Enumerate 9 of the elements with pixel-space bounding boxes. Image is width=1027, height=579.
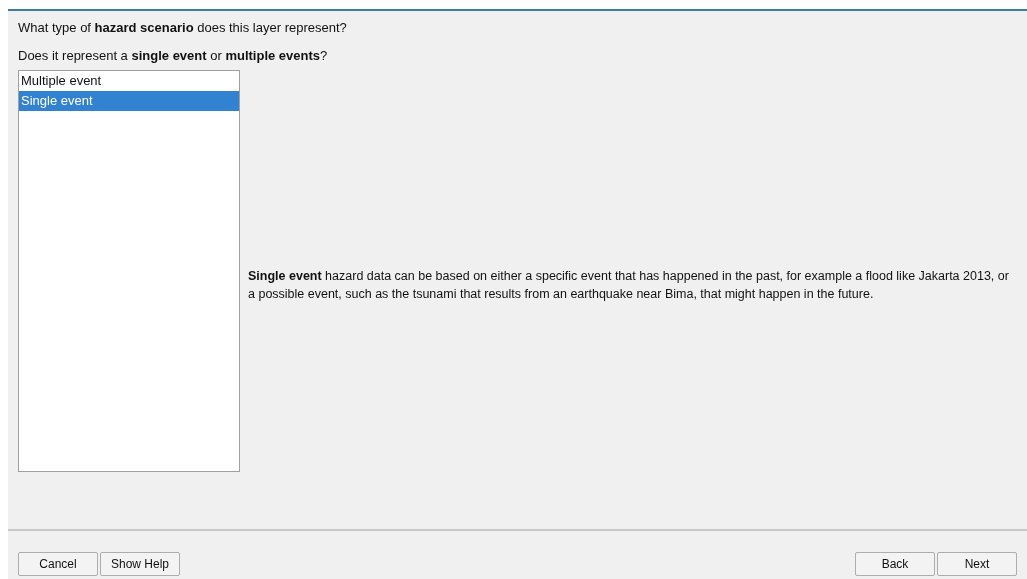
dialog-button[interactable]: Next bbox=[937, 552, 1017, 576]
question-text: Does it represent a single event or multiple events? bbox=[18, 47, 329, 65]
dialog-button[interactable]: Cancel bbox=[18, 552, 98, 576]
list-item[interactable]: Single event bbox=[19, 91, 239, 111]
dialog-button[interactable]: Show Help bbox=[100, 552, 180, 576]
description-text: Single event hazard data can be based on either a specific event that has happened in the past, for example a flood like Jakarta 2013, or a possible event, such as the tsunami that results from an earthquake near Bima, that might happen in the future. bbox=[248, 267, 1010, 303]
dialog-button[interactable]: Back bbox=[855, 552, 935, 576]
event-type-list[interactable]: Multiple event Single event bbox=[18, 70, 240, 472]
question-text: What type of hazard scenario does this layer represent? bbox=[18, 19, 348, 37]
